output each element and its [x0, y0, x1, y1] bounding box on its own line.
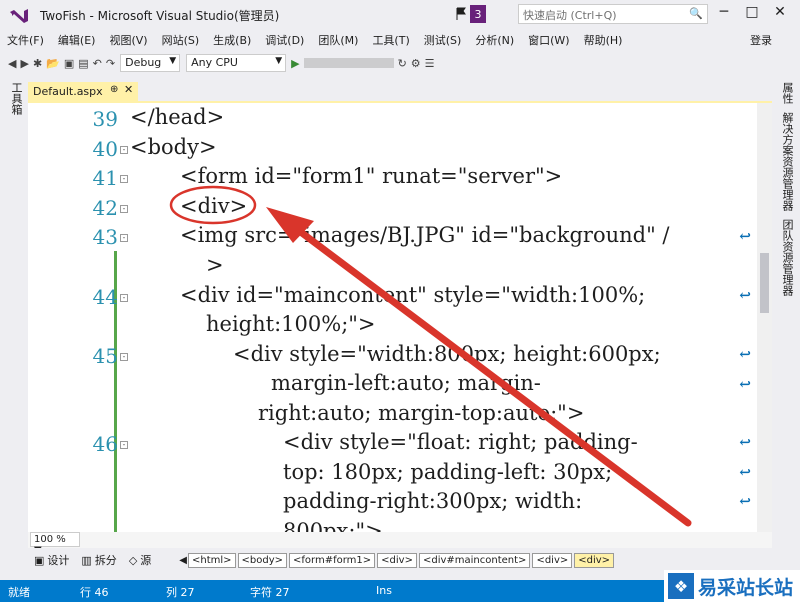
source-label: 源	[140, 554, 152, 567]
open-file-icon[interactable]: 📂	[46, 57, 60, 70]
menu-help[interactable]: 帮助(H)	[577, 32, 630, 48]
breadcrumb-item-current[interactable]: <div>	[574, 552, 615, 568]
platform-value: Any CPU	[191, 56, 238, 69]
design-icon: ▣	[34, 553, 45, 567]
chevron-down-icon: ▼	[169, 56, 177, 66]
minimize-button[interactable]: ─	[712, 4, 736, 24]
watermark-text: 易采站长站	[698, 576, 794, 599]
breadcrumb-item[interactable]: <div>	[532, 552, 573, 568]
refresh-icon[interactable]: ↻	[398, 57, 407, 70]
design-view-button[interactable]: ▣ 设计	[34, 552, 69, 568]
document-tab[interactable]: Default.aspx ⊕ ✕	[28, 82, 138, 101]
save-all-icon[interactable]: ▤	[78, 57, 88, 70]
menu-edit[interactable]: 编辑(E)	[51, 32, 103, 48]
browser-select-blurred[interactable]	[303, 58, 394, 68]
menu-debug[interactable]: 调试(D)	[258, 32, 311, 48]
menu-build[interactable]: 生成(B)	[206, 32, 258, 48]
standard-toolbar: ◀ ▶ ✱ 📂 ▣ ▤ ↶ ↷ Debug ▼ Any CPU ▼ ▶ ↻ ⚙ ☰	[0, 50, 800, 76]
search-icon: 🔍	[689, 7, 703, 20]
menu-file[interactable]: 文件(F)	[0, 32, 51, 48]
sign-in-link[interactable]: 登录	[750, 32, 772, 48]
status-ready: 就绪	[8, 586, 30, 599]
scroll-thumb[interactable]	[760, 253, 769, 313]
menu-window[interactable]: 窗口(W)	[521, 32, 576, 48]
status-ins: Ins	[376, 584, 392, 597]
split-icon: ▥	[81, 553, 92, 567]
redo-icon[interactable]: ↷	[106, 57, 115, 70]
pin-icon[interactable]: ⊕	[110, 84, 118, 95]
menu-bar: 文件(F) 编辑(E) 视图(V) 网站(S) 生成(B) 调试(D) 团队(M…	[0, 30, 800, 50]
solution-config-select[interactable]: Debug ▼	[120, 54, 181, 72]
chevron-left-icon[interactable]: ◀	[179, 555, 187, 566]
zoom-select[interactable]: 100 % ▼	[30, 532, 80, 556]
quick-launch-input[interactable]: 快速启动 (Ctrl+Q) 🔍	[518, 4, 708, 24]
publish-icon[interactable]: ⚙	[411, 57, 421, 70]
window-title: TwoFish - Microsoft Visual Studio(管理员)	[40, 8, 280, 23]
vertical-scrollbar[interactable]	[757, 103, 772, 532]
right-tool-strip: 属性 解决方案资源管理器 团队资源管理器	[772, 76, 800, 548]
document-tab-label: Default.aspx	[33, 85, 103, 98]
new-project-icon[interactable]: ✱	[33, 57, 42, 70]
chevron-down-icon: ▼	[275, 56, 283, 66]
close-button[interactable]: ✕	[768, 4, 792, 24]
quick-launch-placeholder: 快速启动 (Ctrl+Q)	[523, 9, 617, 22]
source-icon: ◇	[128, 553, 138, 567]
status-row: 行 46	[80, 586, 109, 599]
split-label: 拆分	[94, 554, 117, 567]
source-view-button[interactable]: ◇ 源	[129, 552, 151, 568]
menu-test[interactable]: 测试(S)	[417, 32, 469, 48]
undo-icon[interactable]: ↶	[93, 57, 102, 70]
zoom-bar: 100 % ▼	[28, 532, 772, 556]
title-bar: TwoFish - Microsoft Visual Studio(管理员) 3…	[0, 0, 800, 30]
left-tool-strip: 工具箱	[0, 76, 28, 548]
breadcrumb-item[interactable]: <div#maincontent>	[418, 552, 531, 568]
breadcrumb-item[interactable]: <form#form1>	[289, 552, 376, 568]
view-switch-bar: ▣ 设计 ▥ 拆分 ◇ 源 ◀ <html> <body> <form#form1> …	[28, 548, 772, 572]
breadcrumb-item[interactable]: <html>	[187, 552, 236, 568]
toolbox-tab[interactable]: 工具箱	[8, 82, 24, 115]
solution-config-value: Debug	[125, 56, 162, 69]
annotation-arrow-icon	[169, 185, 692, 527]
menu-tools[interactable]: 工具(T)	[365, 32, 416, 48]
start-debug-icon[interactable]: ▶	[291, 57, 299, 70]
maximize-button[interactable]: □	[740, 4, 764, 24]
solution-explorer-tab[interactable]: 解决方案资源管理器	[779, 112, 795, 211]
save-icon[interactable]: ▣	[64, 57, 74, 70]
status-col: 列 27	[166, 586, 195, 599]
feedback-flag-icon[interactable]	[456, 7, 466, 21]
forward-icon[interactable]: ▶	[20, 57, 28, 70]
menu-team[interactable]: 团队(M)	[311, 32, 365, 48]
close-tab-icon[interactable]: ✕	[124, 83, 133, 96]
code-editor[interactable]: 39 40 41 42 43 44 45 46 - - - - - - - </…	[28, 103, 757, 532]
status-char: 字符 27	[250, 586, 290, 599]
split-view-button[interactable]: ▥ 拆分	[81, 552, 116, 568]
properties-tab[interactable]: 属性	[779, 82, 795, 104]
comment-icon[interactable]: ☰	[425, 57, 435, 70]
back-icon[interactable]: ◀	[8, 57, 16, 70]
design-label: 设计	[47, 554, 70, 567]
breadcrumb-item[interactable]: <body>	[237, 552, 288, 568]
watermark-logo-icon: ❖	[668, 573, 694, 599]
menu-website[interactable]: 网站(S)	[155, 32, 207, 48]
team-explorer-tab[interactable]: 团队资源管理器	[779, 219, 795, 296]
platform-select[interactable]: Any CPU ▼	[186, 54, 287, 72]
zoom-value: 100 %	[34, 534, 66, 545]
watermark: ❖ 易采站长站	[664, 570, 800, 602]
breadcrumb-item[interactable]: <div>	[377, 552, 417, 568]
menu-analyze[interactable]: 分析(N)	[468, 32, 521, 48]
menu-view[interactable]: 视图(V)	[102, 32, 154, 48]
visual-studio-logo-icon	[6, 4, 32, 26]
notifications-badge[interactable]: 3	[470, 5, 486, 23]
